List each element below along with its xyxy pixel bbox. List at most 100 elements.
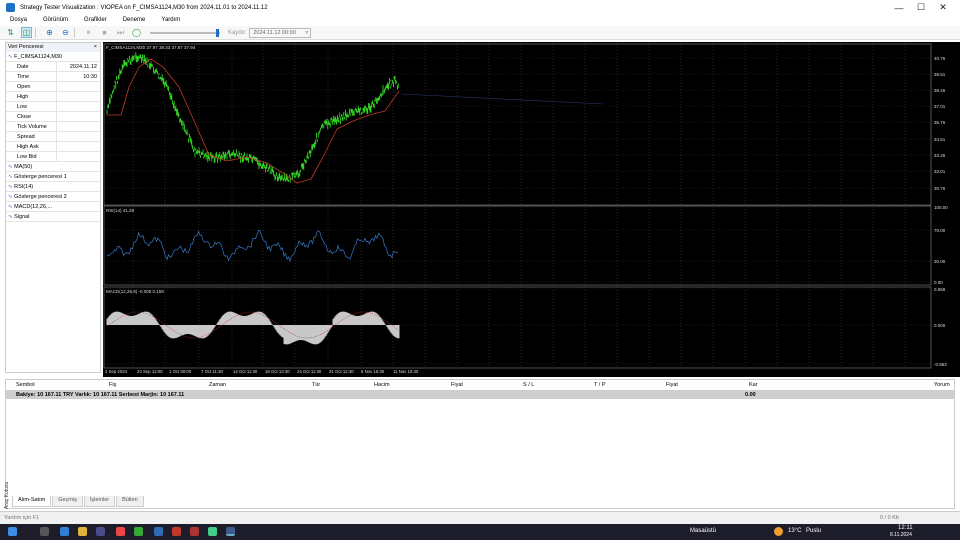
speed-icon: ◯ [132, 28, 141, 37]
chrome-icon[interactable] [134, 527, 143, 536]
maximize-button[interactable]: ☐ [910, 0, 932, 15]
chart-svg: 40.76 39.51 38.26 37.01 35.76 34.51 33.26 32.01… [103, 43, 948, 374]
price-tick: 38.26 [934, 88, 946, 93]
zoom-out-icon[interactable]: ⊖ [60, 27, 71, 38]
clock-time[interactable]: 12:11 [898, 525, 913, 531]
rsi-tick: 30.00 [934, 259, 946, 264]
indicator-group-label: Signal [6, 212, 100, 221]
stop-icon[interactable]: ⏹ [99, 27, 110, 38]
time-tick: 5 Nov 16:30 [361, 369, 385, 374]
tab-trade[interactable]: Alım-Satım [12, 496, 52, 507]
column-header[interactable]: Zaman [209, 382, 226, 388]
tab-operations[interactable]: İşlemler [83, 496, 116, 507]
column-header[interactable]: S / L [523, 382, 534, 388]
search-icon[interactable] [40, 527, 49, 536]
toolbox-side-label[interactable]: Araç Kutusu [4, 475, 12, 509]
price-tick: 34.51 [934, 137, 946, 142]
tester-app-icon[interactable] [226, 527, 235, 536]
edge-icon[interactable] [60, 527, 69, 536]
terminal-header: Sembol Fiş Zaman Tür Hacim Fiyat S / L T / P Fiy… [6, 380, 954, 391]
terminal-panel: Sembol Fiş Zaman Tür Hacim Fiyat S / L T / P Fiy… [5, 379, 955, 509]
tab-history[interactable]: Geçmiş [52, 496, 83, 507]
column-header[interactable]: Fiş [109, 382, 116, 388]
close-button[interactable]: ✕ [932, 0, 954, 15]
zoom-in-icon[interactable]: ⊕ [44, 27, 55, 38]
price-tick: 30.76 [934, 186, 946, 191]
time-tick: 23 Sep 12:00 [137, 369, 163, 374]
time-tick: 31 Oct 12:30 [329, 369, 354, 374]
menu-help[interactable]: Yardım [151, 17, 186, 23]
rsi-tick: 0.00 [934, 280, 943, 285]
weather-temp[interactable]: 13°C [788, 528, 801, 534]
price-tick: 33.26 [934, 153, 946, 158]
data-row-label: Low Bid [6, 152, 57, 161]
menu-test[interactable]: Deneme [113, 17, 152, 23]
mail-icon[interactable] [116, 527, 125, 536]
data-row-label: High Ask [6, 142, 57, 151]
rsi-line [106, 230, 399, 263]
weather-text[interactable]: Puslu [806, 528, 821, 534]
chart-area[interactable]: 40.76 39.51 38.26 37.01 35.76 34.51 33.26 32.01… [103, 42, 960, 377]
column-header[interactable]: Tür [312, 382, 320, 388]
chart-shift-icon[interactable]: ◫ [21, 27, 32, 38]
app-icon-red[interactable] [172, 527, 181, 536]
toolbar-divider [74, 27, 75, 38]
terminal-app-icon[interactable] [208, 527, 217, 536]
data-row: Tick Volume [6, 122, 100, 132]
tester-window: Strategy Tester Visualization : VIOPEA o… [0, 0, 960, 524]
app-icon-dark-red[interactable] [190, 527, 199, 536]
desktop-label[interactable]: Masaüstü [690, 528, 716, 534]
column-header[interactable]: Hacim [374, 382, 390, 388]
data-row: Spread [6, 132, 100, 142]
data-row: Low [6, 102, 100, 112]
folder-icon[interactable] [78, 527, 87, 536]
data-row-value [57, 82, 100, 91]
time-tick: 7 Oct 11:30 [201, 369, 224, 374]
data-row-label: Open [6, 82, 57, 91]
scroll-to-label[interactable]: Kaydır [228, 30, 245, 36]
column-header[interactable]: Fiyat [451, 382, 463, 388]
chart-autoscroll-icon[interactable]: ⇅ [5, 27, 16, 38]
tab-journal[interactable]: Bülten [116, 496, 144, 507]
price-tick: 39.51 [934, 72, 946, 77]
speed-slider-thumb[interactable] [216, 28, 219, 37]
menu-charts[interactable]: Grafikler [74, 17, 113, 23]
pane-frame [103, 205, 932, 286]
data-row: High [6, 92, 100, 102]
column-header[interactable]: Sembol [16, 382, 35, 388]
data-row-label: Close [6, 112, 57, 121]
time-tick: 24 Oct 11:30 [297, 369, 322, 374]
minimize-button[interactable]: — [888, 0, 910, 15]
data-row-value: 10:30 [83, 74, 97, 80]
pause-icon[interactable]: ⏸ [83, 27, 94, 38]
indicator-group-label: MACD(12,26,... [6, 202, 100, 211]
word-icon[interactable] [154, 527, 163, 536]
speed-slider[interactable] [150, 28, 220, 37]
window-title: Strategy Tester Visualization : VIOPEA o… [20, 4, 268, 11]
menu-file[interactable]: Dosya [0, 17, 33, 23]
data-window: Veri Penceresi × F_CIMSA1124,M30 Date 2024… [5, 42, 101, 373]
rsi-tick: 100.00 [934, 205, 948, 210]
macd-tick: 0.000 [934, 323, 946, 328]
store-icon[interactable] [96, 527, 105, 536]
data-row: Close [6, 112, 100, 122]
price-tick: 37.01 [934, 104, 946, 109]
menu-view[interactable]: Görünüm [33, 17, 74, 23]
clock-date[interactable]: 8.11.2024 [890, 532, 912, 538]
start-icon[interactable] [8, 527, 17, 536]
column-header[interactable]: T / P [594, 382, 606, 388]
date-field[interactable]: 2024.11.12 00:00 ▿ [249, 27, 312, 38]
rsi-pane-label: RSI(14) 41.28 [106, 208, 135, 213]
data-row: High Ask [6, 142, 100, 152]
step-icon[interactable]: ⏭ [115, 27, 126, 38]
column-header[interactable]: Fiyat [666, 382, 678, 388]
column-header[interactable]: Yorum [934, 382, 950, 388]
indicator-group-row: MA(50) [6, 162, 100, 172]
data-row-label: Spread [6, 132, 57, 141]
close-icon[interactable]: × [94, 43, 97, 52]
terminal-tabs: Alım-Satım Geçmiş İşlemler Bülten [12, 496, 145, 507]
data-row-value [57, 102, 100, 111]
ma-line [107, 58, 400, 184]
column-header[interactable]: Kar [749, 382, 758, 388]
calendar-icon[interactable]: ▿ [305, 29, 308, 38]
